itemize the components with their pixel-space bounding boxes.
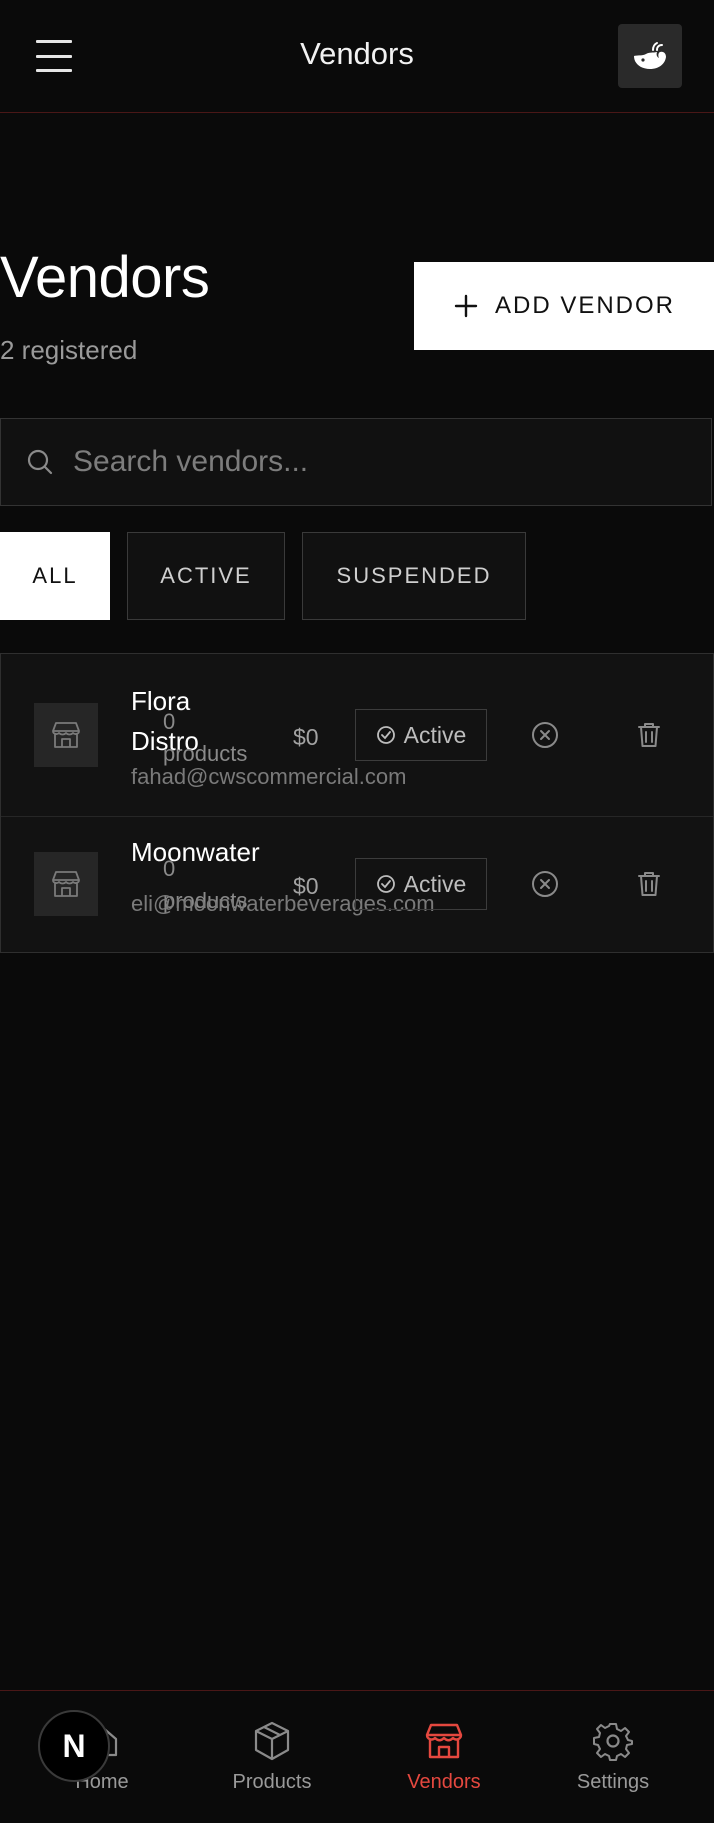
filter-suspended[interactable]: SUSPENDED [302, 532, 526, 620]
vendor-table: Flora Distro 0 products fahad@cwscommerc… [0, 653, 714, 953]
suspend-button[interactable] [525, 864, 565, 904]
add-vendor-button[interactable]: ADD VENDOR [414, 262, 714, 350]
vendor-email: fahad@cwscommercial.com [131, 764, 407, 789]
search-input[interactable] [71, 444, 675, 480]
filter-active[interactable]: ACTIVE [127, 532, 285, 620]
vendor-revenue: $0 [293, 724, 319, 750]
add-vendor-label: ADD VENDOR [494, 292, 676, 319]
package-icon [254, 1721, 290, 1761]
whale-logo-icon[interactable] [618, 24, 682, 88]
status-badge[interactable]: Active [355, 858, 487, 910]
filter-all[interactable]: ALL [0, 532, 110, 620]
vendor-revenue: $0 [293, 873, 319, 899]
store-icon [34, 703, 98, 767]
nav-products-label: Products [232, 1771, 312, 1793]
dev-tools-button[interactable]: N [38, 1710, 110, 1782]
status-label: Active [403, 721, 467, 748]
trash-icon [638, 723, 660, 747]
vendor-row[interactable]: Moonwater 0 products eli@moonwaterbevera… [1, 816, 713, 952]
store-icon [34, 852, 98, 916]
nav-products[interactable]: Products [212, 1691, 332, 1823]
x-circle-icon [532, 871, 558, 897]
status-badge[interactable]: Active [355, 709, 487, 761]
check-circle-icon [376, 875, 395, 893]
trash-icon [638, 872, 660, 896]
delete-button[interactable] [629, 864, 669, 904]
vendor-row[interactable]: Flora Distro 0 products fahad@cwscommerc… [1, 654, 713, 817]
x-circle-icon [532, 722, 558, 748]
nav-vendors[interactable]: Vendors [384, 1691, 504, 1823]
nav-settings[interactable]: Settings [553, 1691, 673, 1823]
plus-icon [454, 294, 478, 318]
gear-icon [593, 1723, 633, 1761]
delete-button[interactable] [629, 715, 669, 755]
suspend-button[interactable] [525, 715, 565, 755]
nav-vendors-label: Vendors [407, 1771, 481, 1793]
vendor-count-subtitle: 2 registered [0, 335, 138, 365]
status-label: Active [403, 870, 467, 897]
page-title: Vendors [0, 245, 210, 310]
header-title: Vendors [300, 36, 414, 71]
search-icon [27, 449, 53, 475]
search-box[interactable] [0, 418, 712, 506]
vendor-name: Flora [131, 686, 191, 716]
vendor-name: Moonwater [131, 837, 260, 867]
product-count: 0 [163, 709, 176, 734]
store-icon [425, 1723, 463, 1759]
check-circle-icon [376, 726, 395, 744]
nav-settings-label: Settings [576, 1771, 650, 1793]
product-count: 0 [163, 856, 176, 881]
